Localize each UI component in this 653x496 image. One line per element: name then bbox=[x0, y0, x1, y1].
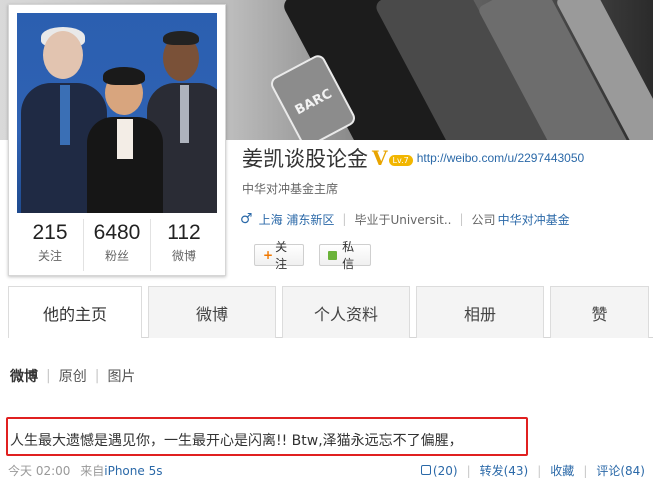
like-count: (20) bbox=[432, 463, 458, 478]
divider: | bbox=[466, 463, 471, 478]
company-label: 公司 bbox=[471, 212, 496, 227]
tab-likes[interactable]: 赞 bbox=[550, 286, 649, 338]
follow-label: 关注 bbox=[275, 240, 288, 271]
plus-icon: + bbox=[263, 248, 274, 262]
stat-label: 粉丝 bbox=[104, 249, 129, 263]
divider: | bbox=[46, 368, 51, 384]
company-link[interactable]: 中华对冲基金 bbox=[498, 211, 570, 228]
stat-value: 215 bbox=[32, 221, 68, 244]
like-button[interactable]: (20) bbox=[420, 463, 458, 478]
comment-button[interactable]: 评论(84) bbox=[596, 462, 645, 479]
follow-button[interactable]: + 关注 bbox=[254, 240, 304, 271]
stat-value: 112 bbox=[167, 221, 201, 244]
divider: | bbox=[537, 463, 542, 478]
divider: | bbox=[583, 463, 588, 478]
location-link[interactable]: 上海 浦东新区 bbox=[259, 211, 335, 228]
repost-button[interactable]: 转发(43) bbox=[480, 462, 529, 479]
tab-album[interactable]: 相册 bbox=[416, 286, 544, 338]
post-actions: (20) | 转发(43) | 收藏 | 评论(84) bbox=[420, 462, 645, 479]
post-source-link[interactable]: iPhone 5s bbox=[104, 464, 162, 478]
filter-images[interactable]: 图片 bbox=[107, 366, 135, 386]
profile-card: 215 关注 6480 粉丝 112 微博 bbox=[8, 4, 226, 276]
thumbs-up-icon bbox=[420, 464, 431, 475]
divider: | bbox=[342, 212, 347, 226]
education-text[interactable]: 毕业于Universit.. bbox=[354, 211, 451, 228]
stat-label: 微博 bbox=[171, 249, 196, 263]
stat-posts[interactable]: 112 微博 bbox=[151, 219, 217, 271]
tab-profile[interactable]: 个人资料 bbox=[282, 286, 410, 338]
post-time[interactable]: 今天 02:00 bbox=[8, 464, 70, 478]
avatar[interactable] bbox=[17, 13, 217, 213]
favorite-button[interactable]: 收藏 bbox=[550, 462, 574, 479]
filter-original[interactable]: 原创 bbox=[59, 366, 87, 386]
profile-info: ♂ 上海 浦东新区 | 毕业于Universit.. | 公司 中华对冲基金 bbox=[240, 209, 570, 229]
profile-url-link[interactable]: http://weibo.com/u/2297443050 bbox=[417, 151, 584, 165]
profile-stats: 215 关注 6480 粉丝 112 微博 bbox=[17, 219, 217, 271]
stat-label: 关注 bbox=[37, 249, 62, 263]
post-meta: 今天 02:00 来自iPhone 5s bbox=[8, 462, 162, 479]
filter-all[interactable]: 微博 bbox=[10, 366, 38, 386]
post-text: 人生最大遗憾是遇见你，一生最开心是闪离!! Btw,泽猫永远忘不了偏腥， bbox=[10, 433, 463, 449]
verified-icon[interactable]: V bbox=[372, 146, 388, 170]
divider: | bbox=[459, 212, 464, 226]
profile-header: 姜凯谈股论金 V Lv.7 http://weibo.com/u/2297443… bbox=[242, 144, 584, 172]
male-icon: ♂ bbox=[240, 211, 253, 227]
mail-icon bbox=[328, 250, 338, 260]
tab-weibo[interactable]: 微博 bbox=[148, 286, 276, 338]
message-button[interactable]: 私信 bbox=[319, 240, 371, 271]
message-label: 私信 bbox=[342, 240, 355, 271]
tab-home[interactable]: 他的主页 bbox=[8, 286, 142, 338]
profile-tabs: 他的主页 微博 个人资料 相册 赞 bbox=[8, 286, 653, 338]
divider: | bbox=[94, 368, 100, 384]
level-badge[interactable]: Lv.7 bbox=[388, 154, 413, 166]
profile-name: 姜凯谈股论金 bbox=[242, 147, 368, 171]
stat-value: 6480 bbox=[93, 221, 141, 244]
stat-followers[interactable]: 6480 粉丝 bbox=[84, 219, 151, 271]
source-prefix: 来自 bbox=[80, 464, 105, 478]
feed-filter: 微博 | 原创 | 图片 bbox=[10, 366, 135, 386]
profile-title: 中华对冲基金主席 bbox=[242, 182, 339, 196]
stat-following[interactable]: 215 关注 bbox=[17, 219, 84, 271]
